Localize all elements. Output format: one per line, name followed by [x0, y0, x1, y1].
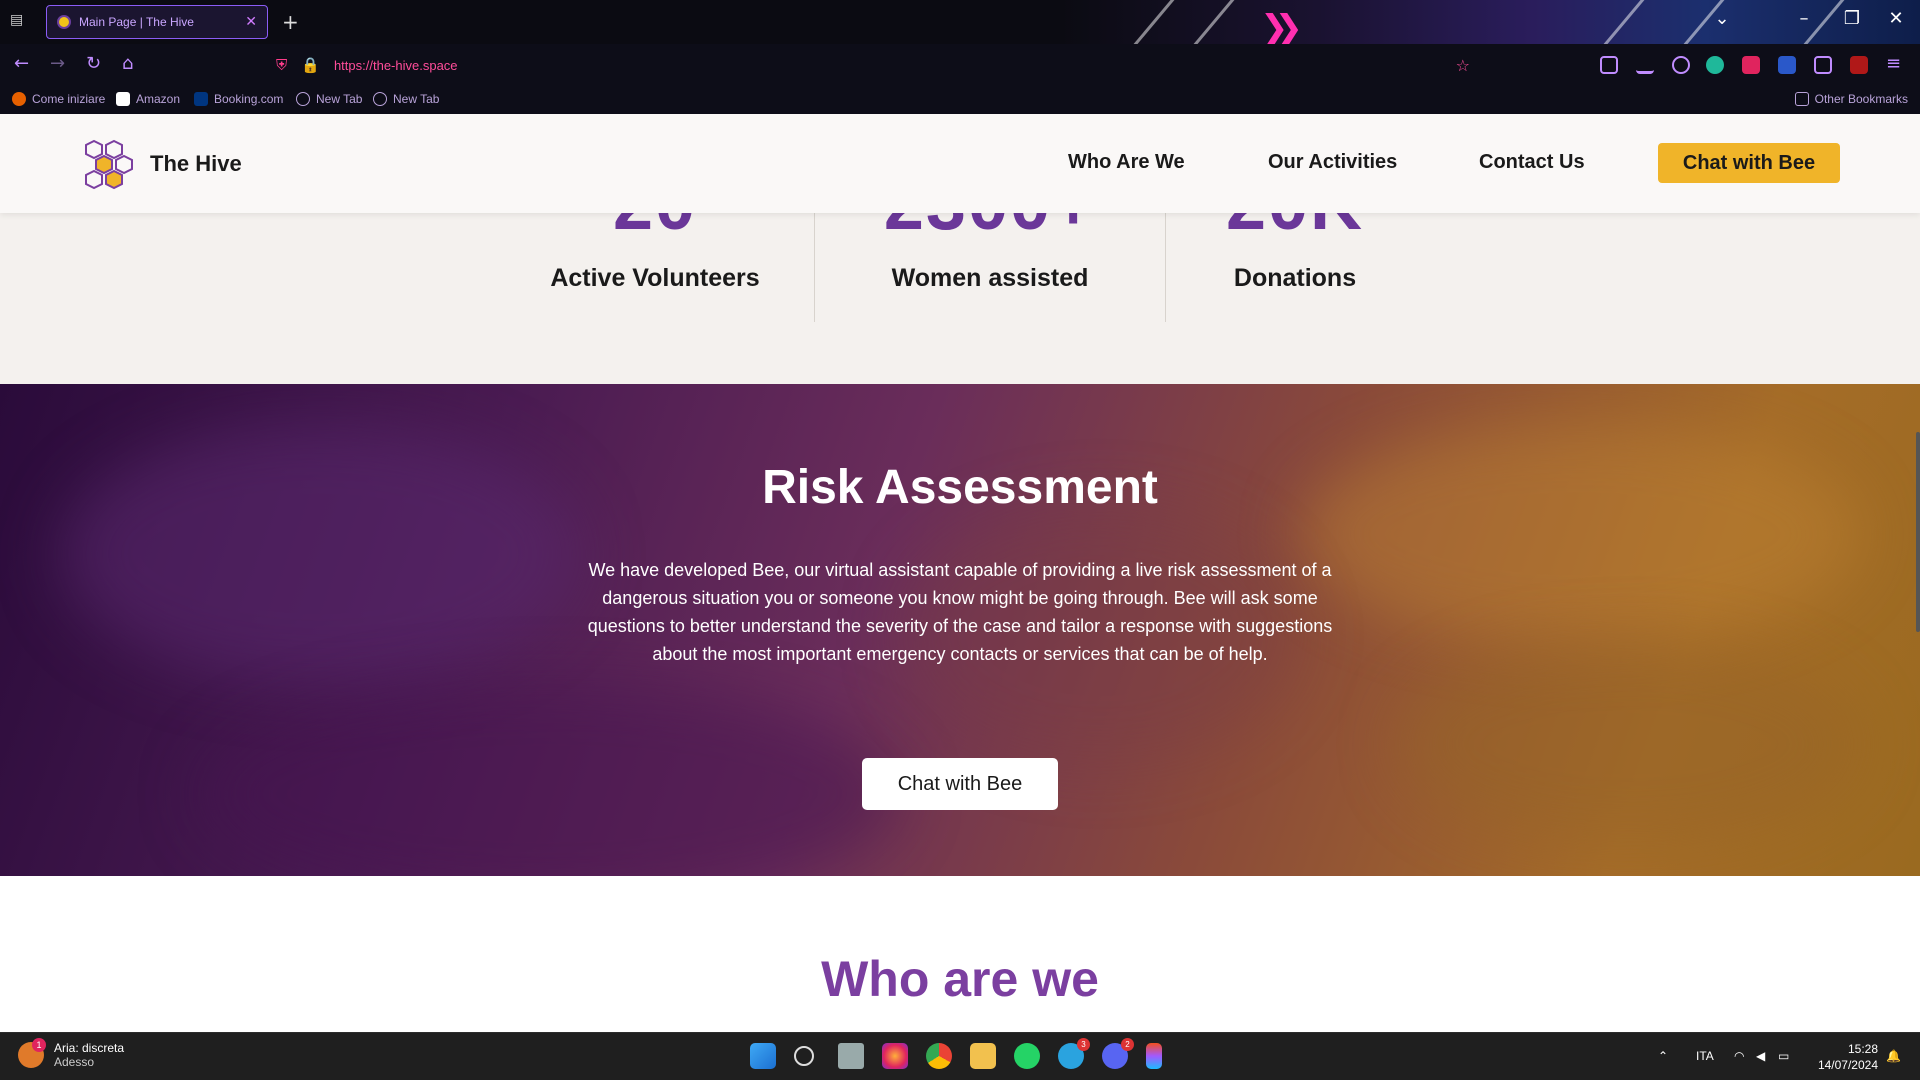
downloads-icon[interactable] — [1636, 56, 1654, 74]
bookmark-label: New Tab — [393, 92, 440, 106]
firefox-taskbar-icon[interactable] — [882, 1043, 908, 1069]
bookmark-come-iniziare[interactable]: Come iniziare — [12, 92, 105, 106]
weather-subtitle: Adesso — [54, 1055, 95, 1069]
air-quality-icon: 1 — [18, 1038, 46, 1068]
bookmark-label: New Tab — [316, 92, 363, 106]
bookmark-label: Amazon — [136, 92, 181, 106]
search-icon[interactable] — [794, 1046, 814, 1066]
language-indicator[interactable]: ITA — [1696, 1049, 1714, 1063]
browser-nav-bar: ← → ↻ ⌂ ⛨ 🔒 https://the-hive.space ☆ ≡ — [0, 44, 1920, 86]
file-explorer-icon[interactable] — [970, 1043, 996, 1069]
bookmark-booking[interactable]: Booking.com — [194, 92, 283, 106]
bookmark-new-tab-2[interactable]: New Tab — [373, 92, 439, 106]
bee-favicon-icon — [57, 15, 71, 29]
tab-list-icon[interactable]: ▤ — [10, 12, 30, 32]
bookmark-label: Booking.com — [214, 92, 284, 106]
web-page: 20 Active Volunteers 2300+ Women assiste… — [0, 114, 1920, 1032]
reload-icon[interactable]: ↻ — [86, 53, 101, 74]
url-text: https://the-hive.space — [333, 57, 458, 73]
restore-icon[interactable]: ❐ — [1832, 8, 1872, 29]
minimize-icon[interactable]: – — [1784, 8, 1824, 29]
close-tab-icon[interactable]: ✕ — [245, 14, 257, 30]
wifi-icon[interactable]: ◠ — [1734, 1049, 1744, 1063]
stat-label: Active Volunteers — [550, 264, 760, 292]
firefox-icon — [12, 92, 26, 106]
extension-bitwarden-icon[interactable] — [1778, 56, 1796, 74]
globe-icon — [296, 92, 310, 106]
weather-title: Aria: discreta — [54, 1041, 125, 1055]
bookmarks-bar: Come iniziare Amazon Booking.com New Tab… — [0, 86, 1920, 114]
section-description: We have developed Bee, our virtual assis… — [587, 560, 1333, 664]
pocket-icon[interactable] — [1600, 56, 1618, 74]
bookmark-label: Other Bookmarks — [1814, 92, 1908, 106]
discord-badge: 2 — [1121, 1038, 1134, 1051]
home-icon[interactable]: ⌂ — [122, 53, 133, 74]
volume-icon[interactable]: ◀ — [1756, 1049, 1765, 1063]
tray-overflow-chevron-icon[interactable]: ⌃ — [1658, 1049, 1668, 1063]
extension-a-icon[interactable] — [1706, 56, 1724, 74]
forward-icon[interactable]: → — [50, 53, 65, 74]
address-bar[interactable]: ⛨ 🔒 https://the-hive.space ☆ — [266, 50, 1480, 80]
browser-tab-bar: ❯❯ ▤ Main Page | The Hive ✕ + ⌄ – ❐ ✕ — [0, 0, 1920, 44]
account-icon[interactable] — [1672, 56, 1690, 74]
nav-contact-us[interactable]: Contact Us — [1479, 151, 1585, 174]
whatsapp-icon[interactable] — [1014, 1043, 1040, 1069]
weather-badge: 1 — [32, 1038, 46, 1052]
telegram-icon[interactable]: 3 — [1058, 1038, 1090, 1069]
other-bookmarks[interactable]: Other Bookmarks — [1794, 92, 1908, 106]
clock-date: 14/07/2024 — [1817, 1058, 1878, 1072]
stat-divider — [1165, 212, 1166, 322]
stat-divider — [814, 212, 815, 322]
extensions-puzzle-icon[interactable] — [1814, 56, 1832, 74]
lock-icon[interactable]: 🔒 — [301, 56, 320, 74]
shield-icon[interactable]: ⛨ — [276, 56, 287, 74]
chrome-icon[interactable] — [926, 1043, 952, 1069]
globe-icon — [373, 92, 387, 106]
bookmark-label: Come iniziare — [32, 92, 106, 106]
new-tab-icon[interactable]: + — [282, 10, 299, 34]
start-windows-icon[interactable] — [750, 1043, 776, 1069]
battery-icon[interactable]: ▭ — [1778, 1049, 1789, 1063]
hive-logo-icon[interactable] — [80, 135, 138, 193]
system-clock[interactable]: 15:28 14/07/2024 — [1818, 1041, 1878, 1073]
menu-hamburger-icon[interactable]: ≡ — [1886, 53, 1901, 74]
back-icon[interactable]: ← — [14, 53, 29, 74]
extension-ublock-icon[interactable] — [1850, 56, 1868, 74]
bookmark-new-tab-1[interactable]: New Tab — [296, 92, 362, 106]
stat-label: Donations — [1233, 264, 1357, 292]
browser-tab-active[interactable]: Main Page | The Hive ✕ — [46, 5, 268, 39]
clock-time: 15:28 — [1847, 1042, 1878, 1056]
weather-widget[interactable]: 1 Aria: discreta Adesso — [18, 1038, 125, 1069]
tab-title: Main Page | The Hive — [79, 15, 194, 29]
risk-assessment-section: Risk Assessment We have developed Bee, o… — [0, 384, 1920, 876]
amazon-icon — [116, 92, 130, 106]
tab-overflow-chevron-icon[interactable]: ⌄ — [1702, 8, 1742, 29]
who-are-we-heading: Who are we — [821, 951, 1099, 1007]
chat-with-bee-header-button[interactable]: Chat with Bee — [1658, 143, 1840, 183]
windows-taskbar: 1 Aria: discreta Adesso 3 2 ⌃ ITA ◠ ◀ ▭ … — [0, 1032, 1920, 1080]
stat-label: Women assisted — [891, 264, 1089, 292]
page-scrollbar[interactable] — [1916, 432, 1920, 632]
nav-who-are-we[interactable]: Who Are We — [1068, 151, 1185, 174]
figma-icon[interactable] — [1146, 1043, 1162, 1069]
bookmark-amazon[interactable]: Amazon — [116, 92, 180, 106]
close-window-icon[interactable]: ✕ — [1876, 8, 1916, 29]
site-header: The Hive Who Are We Our Activities Conta… — [0, 114, 1920, 213]
nav-our-activities[interactable]: Our Activities — [1268, 151, 1397, 174]
notification-bell-icon[interactable]: 🔔 — [1886, 1049, 1901, 1063]
discord-icon[interactable]: 2 — [1102, 1038, 1134, 1069]
extension-lock-icon[interactable] — [1742, 56, 1760, 74]
bookmark-star-icon[interactable]: ☆ — [1456, 56, 1470, 75]
chat-with-bee-button[interactable]: Chat with Bee — [862, 758, 1058, 810]
telegram-badge: 3 — [1077, 1038, 1090, 1051]
section-title: Risk Assessment — [762, 461, 1158, 514]
booking-icon — [194, 92, 208, 106]
brand-name[interactable]: The Hive — [150, 151, 242, 177]
task-view-icon[interactable] — [838, 1043, 864, 1069]
folder-icon — [1794, 92, 1809, 106]
